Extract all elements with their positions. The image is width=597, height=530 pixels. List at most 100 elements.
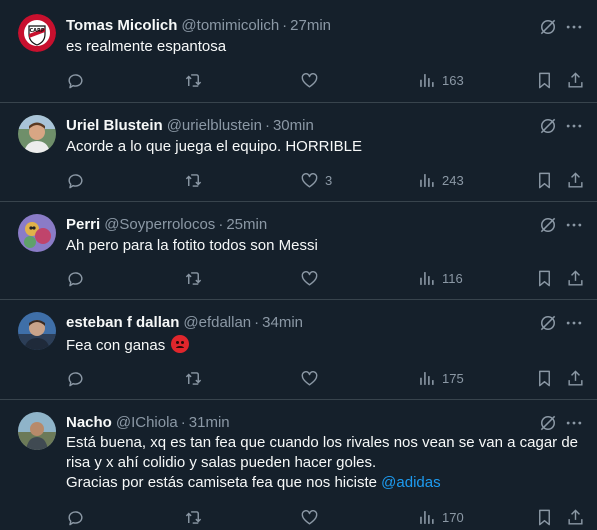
author-handle[interactable]: @Soyperrolocos xyxy=(104,216,215,233)
like-button[interactable]: 3 xyxy=(300,169,332,191)
retweet-icon xyxy=(185,173,202,187)
avatar[interactable] xyxy=(18,312,56,350)
reply-button[interactable] xyxy=(66,267,91,289)
reply-feed: CARP Tomas Micolich @tomimicolich · 27mi… xyxy=(0,0,597,530)
retweet-icon xyxy=(185,371,202,385)
tweet-actions: 175 xyxy=(0,367,597,389)
like-icon xyxy=(301,172,318,188)
like-button[interactable] xyxy=(300,69,325,91)
timestamp[interactable]: 27min xyxy=(290,17,331,34)
timestamp[interactable]: 25min xyxy=(226,216,267,233)
tweet[interactable]: CARP Tomas Micolich @tomimicolich · 27mi… xyxy=(0,0,597,103)
bookmark-button[interactable] xyxy=(535,267,554,289)
avatar[interactable] xyxy=(18,115,56,153)
tweet[interactable]: Uriel Blustein @urielblustein · 30min Ac… xyxy=(0,103,597,202)
author-name[interactable]: Nacho xyxy=(66,414,112,431)
tweet-actions: 3 243 xyxy=(0,169,597,191)
timestamp[interactable]: 31min xyxy=(189,414,230,431)
retweet-button[interactable] xyxy=(184,169,209,191)
grok-icon[interactable] xyxy=(537,312,559,334)
share-button[interactable] xyxy=(566,169,585,191)
tweet-text-content: Gracias por estás camiseta fea que nos h… xyxy=(66,474,377,491)
like-button[interactable] xyxy=(300,367,325,389)
views-button[interactable]: 116 xyxy=(417,267,463,289)
author-name[interactable]: Perri xyxy=(66,216,100,233)
more-icon[interactable] xyxy=(563,214,585,236)
bookmark-icon xyxy=(539,370,550,386)
separator-dot: · xyxy=(282,16,288,34)
like-icon xyxy=(301,72,318,88)
more-icon[interactable] xyxy=(563,16,585,38)
author-name[interactable]: Uriel Blustein xyxy=(66,117,163,134)
share-button[interactable] xyxy=(566,267,585,289)
author-name[interactable]: esteban f dallan xyxy=(66,314,179,331)
avatar[interactable] xyxy=(18,214,56,252)
grok-icon[interactable] xyxy=(537,115,559,137)
tweet[interactable]: Perri @Soyperrolocos · 25min Ah pero par… xyxy=(0,202,597,300)
author-handle[interactable]: @urielblustein xyxy=(167,117,262,134)
tweet-text: Acorde a lo que juega el equipo. HORRIBL… xyxy=(66,137,583,157)
tweet[interactable]: Nacho @IChiola · 31min Está buena, xq es… xyxy=(0,400,597,530)
avatar[interactable]: CARP xyxy=(18,14,56,52)
like-icon xyxy=(301,370,318,386)
like-button[interactable] xyxy=(300,267,325,289)
views-icon xyxy=(420,371,434,385)
bookmark-button[interactable] xyxy=(535,506,554,528)
share-button[interactable] xyxy=(566,506,585,528)
author-handle[interactable]: @efdallan xyxy=(183,314,251,331)
retweet-button[interactable] xyxy=(184,367,209,389)
views-icon xyxy=(420,510,434,524)
retweet-button[interactable] xyxy=(184,267,209,289)
view-count: 116 xyxy=(442,270,463,286)
tweet-header: Tomas Micolich @tomimicolich · 27min xyxy=(66,15,537,35)
views-icon xyxy=(420,271,434,285)
reply-icon xyxy=(68,271,83,286)
views-icon xyxy=(420,173,434,187)
separator-dot: · xyxy=(180,413,186,431)
tweet-header: Uriel Blustein @urielblustein · 30min xyxy=(66,115,537,135)
tweet-text: Ah pero para la fotito todos son Messi xyxy=(66,236,583,256)
reply-icon xyxy=(68,510,83,525)
bookmark-button[interactable] xyxy=(535,367,554,389)
bookmark-button[interactable] xyxy=(535,169,554,191)
like-button[interactable] xyxy=(300,506,325,528)
more-icon[interactable] xyxy=(563,412,585,434)
tweet-actions: 163 xyxy=(0,69,597,91)
views-button[interactable]: 163 xyxy=(417,69,464,91)
grok-icon[interactable] xyxy=(537,16,559,38)
timestamp[interactable]: 30min xyxy=(273,117,314,134)
grok-icon[interactable] xyxy=(537,412,559,434)
timestamp[interactable]: 34min xyxy=(262,314,303,331)
avatar[interactable] xyxy=(18,412,56,450)
author-name[interactable]: Tomas Micolich xyxy=(66,17,177,34)
more-icon[interactable] xyxy=(563,312,585,334)
retweet-button[interactable] xyxy=(184,506,209,528)
reply-icon xyxy=(68,173,83,188)
separator-dot: · xyxy=(264,116,270,134)
grok-icon[interactable] xyxy=(537,214,559,236)
retweet-icon xyxy=(185,73,202,87)
author-handle[interactable]: @IChiola xyxy=(116,414,178,431)
reply-button[interactable] xyxy=(66,506,91,528)
bookmark-button[interactable] xyxy=(535,69,554,91)
retweet-button[interactable] xyxy=(184,69,209,91)
views-button[interactable]: 175 xyxy=(417,367,464,389)
share-button[interactable] xyxy=(566,69,585,91)
tweet[interactable]: esteban f dallan @efdallan · 34min Fea c… xyxy=(0,300,597,400)
share-button[interactable] xyxy=(566,367,585,389)
reply-button[interactable] xyxy=(66,69,91,91)
tweet-text-line: Ah pero para la fotito todos son Messi xyxy=(66,237,318,254)
tweet-text-line: Gracias por estás camiseta fea que nos h… xyxy=(66,473,593,493)
mention-link[interactable]: @adidas xyxy=(381,474,440,491)
tweet-actions: 116 xyxy=(0,267,597,289)
views-button[interactable]: 170 xyxy=(417,506,464,528)
more-icon[interactable] xyxy=(563,115,585,137)
reply-button[interactable] xyxy=(66,169,91,191)
tweet-actions: 170 xyxy=(0,506,597,528)
author-handle[interactable]: @tomimicolich xyxy=(181,17,279,34)
tweet-text-line: Acorde a lo que juega el equipo. HORRIBL… xyxy=(66,138,363,155)
tweet-header: esteban f dallan @efdallan · 34min xyxy=(66,312,537,332)
share-icon xyxy=(568,171,583,188)
views-button[interactable]: 243 xyxy=(417,169,464,191)
reply-button[interactable] xyxy=(66,367,91,389)
